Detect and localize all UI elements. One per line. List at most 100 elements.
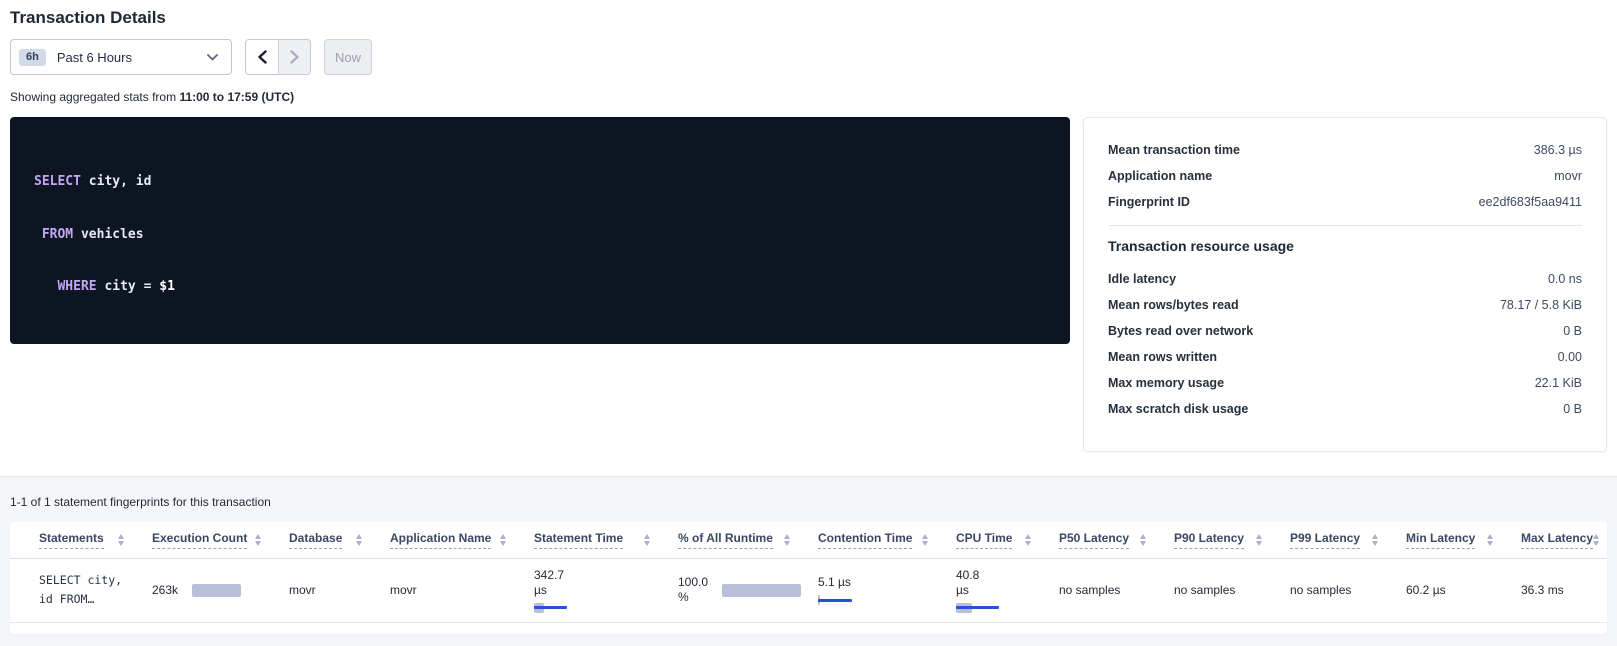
usage-label: Max scratch disk usage bbox=[1108, 402, 1248, 416]
sql-keyword: FROM bbox=[42, 227, 73, 242]
column-label: Execution Count bbox=[152, 531, 247, 549]
statements-table: Statements Execution Count Database Appl… bbox=[10, 522, 1607, 623]
usage-label: Bytes read over network bbox=[1108, 324, 1253, 338]
next-time-button[interactable] bbox=[278, 40, 310, 74]
column-header-max-latency[interactable]: Max Latency bbox=[1511, 522, 1607, 558]
column-header-pct-of-all-runtime[interactable]: % of All Runtime bbox=[668, 522, 808, 558]
statement-fingerprint-link[interactable]: SELECT city, id FROM… bbox=[39, 571, 142, 609]
top-section: Transaction Details 6h Past 6 Hours Now … bbox=[0, 8, 1617, 452]
statement-row: SELECT city, id FROM… 263k movr movr bbox=[10, 558, 1607, 622]
summary-label: Fingerprint ID bbox=[1108, 195, 1190, 209]
sql-line: FROM vehicles bbox=[34, 226, 1046, 244]
cell-contention-time: 5.1 µs bbox=[808, 558, 946, 622]
column-header-min-latency[interactable]: Min Latency bbox=[1396, 522, 1511, 558]
cell-statements: SELECT city, id FROM… bbox=[10, 558, 142, 622]
summary-row: Fingerprint ID ee2df683f5aa9411 bbox=[1108, 189, 1582, 215]
column-label: P99 Latency bbox=[1290, 531, 1360, 549]
usage-value: 0 B bbox=[1563, 402, 1582, 416]
summary-row: Mean transaction time 386.3 µs bbox=[1108, 137, 1582, 163]
main-row: SELECT city, id FROM vehicles WHERE city… bbox=[10, 117, 1607, 452]
prev-time-button[interactable] bbox=[246, 40, 278, 74]
usage-row: Max memory usage 22.1 KiB bbox=[1108, 370, 1582, 396]
time-range-label: Past 6 Hours bbox=[57, 50, 196, 65]
usage-label: Max memory usage bbox=[1108, 376, 1224, 390]
sql-line: WHERE city = $1 bbox=[34, 278, 1046, 296]
aggregation-caption-range: 11:00 to 17:59 (UTC) bbox=[179, 90, 294, 104]
column-header-statements[interactable]: Statements bbox=[10, 522, 142, 558]
sort-icon bbox=[356, 534, 362, 546]
sql-param: $1 bbox=[159, 279, 175, 294]
column-header-p50-latency[interactable]: P50 Latency bbox=[1049, 522, 1164, 558]
column-label: Contention Time bbox=[818, 531, 912, 549]
cell-p90-latency: no samples bbox=[1164, 558, 1280, 622]
cell-cpu-time: 40.8 µs bbox=[946, 558, 1049, 622]
column-header-database[interactable]: Database bbox=[279, 522, 380, 558]
execution-count-value: 263k bbox=[152, 583, 178, 597]
column-header-p99-latency[interactable]: P99 Latency bbox=[1280, 522, 1396, 558]
column-label: Database bbox=[289, 531, 342, 549]
usage-row: Bytes read over network 0 B bbox=[1108, 318, 1582, 344]
sort-icon bbox=[500, 534, 506, 546]
page-title: Transaction Details bbox=[10, 8, 1607, 28]
chevron-left-icon bbox=[258, 50, 267, 64]
column-label: CPU Time bbox=[956, 531, 1012, 549]
time-nav-group bbox=[245, 39, 311, 75]
summary-value: 386.3 µs bbox=[1534, 143, 1582, 157]
sql-statement-box: SELECT city, id FROM vehicles WHERE city… bbox=[10, 117, 1070, 344]
summary-row: Application name movr bbox=[1108, 163, 1582, 189]
usage-value: 0 B bbox=[1563, 324, 1582, 338]
usage-row: Mean rows/bytes read 78.17 / 5.8 KiB bbox=[1108, 292, 1582, 318]
transaction-summary-card: Mean transaction time 386.3 µs Applicati… bbox=[1083, 117, 1607, 452]
sql-indent bbox=[34, 227, 42, 242]
sql-text: city, id bbox=[81, 174, 151, 189]
usage-row: Idle latency 0.0 ns bbox=[1108, 266, 1582, 292]
sort-icon bbox=[255, 534, 261, 546]
stddev-line bbox=[818, 599, 852, 602]
column-label: % of All Runtime bbox=[678, 531, 773, 549]
cell-pct-of-all-runtime: 100.0 % bbox=[668, 558, 808, 622]
sort-icon bbox=[922, 534, 928, 546]
column-header-application-name[interactable]: Application Name bbox=[380, 522, 524, 558]
now-button[interactable]: Now bbox=[324, 39, 372, 75]
cell-application-name: movr bbox=[380, 558, 524, 622]
sql-indent bbox=[34, 279, 57, 294]
sort-icon bbox=[1593, 534, 1599, 546]
column-header-execution-count[interactable]: Execution Count bbox=[142, 522, 279, 558]
statement-time-value: 342.7 bbox=[534, 568, 668, 583]
resource-usage-title: Transaction resource usage bbox=[1108, 238, 1582, 254]
column-header-p90-latency[interactable]: P90 Latency bbox=[1164, 522, 1280, 558]
column-label: P90 Latency bbox=[1174, 531, 1244, 549]
divider bbox=[1108, 225, 1582, 226]
sort-icon bbox=[1487, 534, 1493, 546]
column-header-contention-time[interactable]: Contention Time bbox=[808, 522, 946, 558]
sort-icon bbox=[784, 534, 790, 546]
statement-line: id FROM… bbox=[39, 590, 142, 609]
usage-row: Mean rows written 0.00 bbox=[1108, 344, 1582, 370]
time-range-picker[interactable]: 6h Past 6 Hours bbox=[10, 39, 232, 75]
statement-time-unit: µs bbox=[534, 583, 668, 598]
statement-time-bar-chart bbox=[534, 603, 668, 613]
usage-value: 0.0 ns bbox=[1548, 272, 1582, 286]
statement-line: SELECT city, bbox=[39, 571, 142, 590]
pct-runtime-unit: % bbox=[678, 590, 708, 605]
pct-runtime-value: 100.0 bbox=[678, 575, 708, 590]
time-range-badge: 6h bbox=[19, 49, 46, 66]
sort-icon bbox=[1025, 534, 1031, 546]
column-header-statement-time[interactable]: Statement Time bbox=[524, 522, 668, 558]
cell-statement-time: 342.7 µs bbox=[524, 558, 668, 622]
column-label: P50 Latency bbox=[1059, 531, 1129, 549]
cell-max-latency: 36.3 ms bbox=[1511, 558, 1607, 622]
sort-icon bbox=[1256, 534, 1262, 546]
column-header-cpu-time[interactable]: CPU Time bbox=[946, 522, 1049, 558]
chevron-down-icon bbox=[207, 54, 218, 61]
statements-table-card: Statements Execution Count Database Appl… bbox=[10, 522, 1607, 634]
statements-section: 1-1 of 1 statement fingerprints for this… bbox=[0, 476, 1617, 646]
aggregation-caption: Showing aggregated stats from 11:00 to 1… bbox=[10, 90, 1607, 104]
aggregation-caption-prefix: Showing aggregated stats from bbox=[10, 90, 179, 104]
sort-icon bbox=[118, 534, 124, 546]
cell-database: movr bbox=[279, 558, 380, 622]
usage-label: Idle latency bbox=[1108, 272, 1176, 286]
cell-p50-latency: no samples bbox=[1049, 558, 1164, 622]
usage-label: Mean rows/bytes read bbox=[1108, 298, 1239, 312]
chevron-right-icon bbox=[290, 50, 299, 64]
